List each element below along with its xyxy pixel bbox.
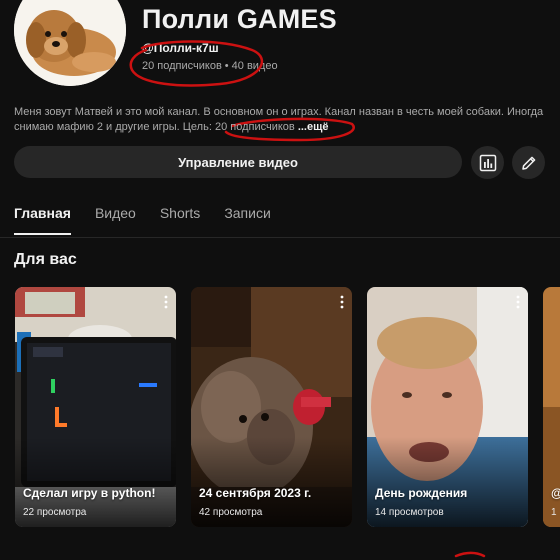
channel-handle: @Полли-к7ш bbox=[142, 41, 219, 55]
dog-avatar-image bbox=[14, 0, 126, 86]
tab-shorts[interactable]: Shorts bbox=[160, 205, 200, 235]
description-text: Меня зовут Матвей и это мой канал. В осн… bbox=[14, 106, 544, 133]
subscriber-count: 20 подписчиков bbox=[142, 60, 222, 72]
short-card[interactable]: 24 сентября 2023 г. 42 просмотра bbox=[191, 287, 352, 527]
channel-name: Полли GAMES bbox=[142, 4, 337, 34]
short-views: 22 просмотра bbox=[23, 507, 87, 518]
short-views: 14 просмотров bbox=[375, 507, 444, 518]
pencil-icon bbox=[521, 156, 535, 170]
short-card[interactable]: День рождения 14 просмотров bbox=[367, 287, 528, 527]
short-views: 42 просмотра bbox=[199, 507, 263, 518]
channel-tabs: Главная Видео Shorts Записи bbox=[14, 205, 271, 235]
tabs-divider bbox=[0, 237, 560, 238]
channel-description[interactable]: Меня зовут Матвей и это мой канал. В осн… bbox=[14, 105, 548, 135]
analytics-button[interactable] bbox=[471, 146, 504, 179]
short-title: Сделал игру в python! bbox=[23, 486, 156, 500]
tab-videos[interactable]: Видео bbox=[95, 205, 136, 235]
channel-stats: 20 подписчиков • 40 видео bbox=[142, 60, 278, 72]
short-title: День рождения bbox=[375, 486, 468, 500]
tab-posts[interactable]: Записи bbox=[224, 205, 270, 235]
section-title-for-you: Для вас bbox=[14, 251, 77, 268]
description-more-link[interactable]: ...ещё bbox=[298, 121, 329, 133]
channel-avatar[interactable] bbox=[14, 0, 126, 86]
short-title: 24 сентября 2023 г. bbox=[199, 486, 312, 500]
more-vert-icon[interactable] bbox=[516, 295, 520, 309]
analytics-icon bbox=[479, 154, 496, 171]
video-count: 40 видео bbox=[231, 60, 278, 72]
short-card[interactable]: Сделал игру в python! 22 просмотра bbox=[15, 287, 176, 527]
more-vert-icon[interactable] bbox=[164, 295, 168, 309]
short-title: @ bbox=[551, 486, 560, 500]
short-card[interactable]: @ 1 bbox=[543, 287, 560, 527]
tab-home[interactable]: Главная bbox=[14, 205, 71, 235]
stats-separator: • bbox=[224, 60, 229, 72]
manage-videos-button[interactable]: Управление видео bbox=[14, 146, 462, 178]
more-vert-icon[interactable] bbox=[340, 295, 344, 309]
edit-channel-button[interactable] bbox=[512, 146, 545, 179]
short-views: 1 bbox=[551, 507, 557, 518]
